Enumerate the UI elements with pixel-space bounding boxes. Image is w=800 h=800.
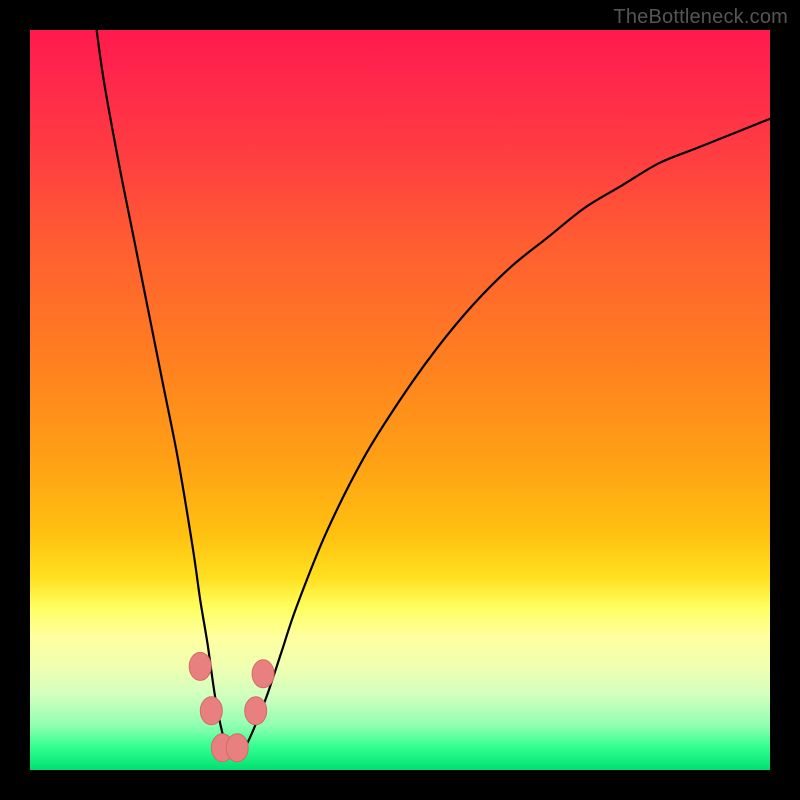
curve-marker (226, 734, 248, 762)
plot-area (30, 30, 770, 770)
curve-marker (189, 652, 211, 680)
curve-marker (252, 660, 274, 688)
curve-marker (200, 697, 222, 725)
curve-markers (189, 652, 274, 761)
chart-svg (30, 30, 770, 770)
watermark-text: TheBottleneck.com (613, 6, 788, 29)
bottleneck-curve (97, 30, 770, 757)
curve-marker (245, 697, 267, 725)
